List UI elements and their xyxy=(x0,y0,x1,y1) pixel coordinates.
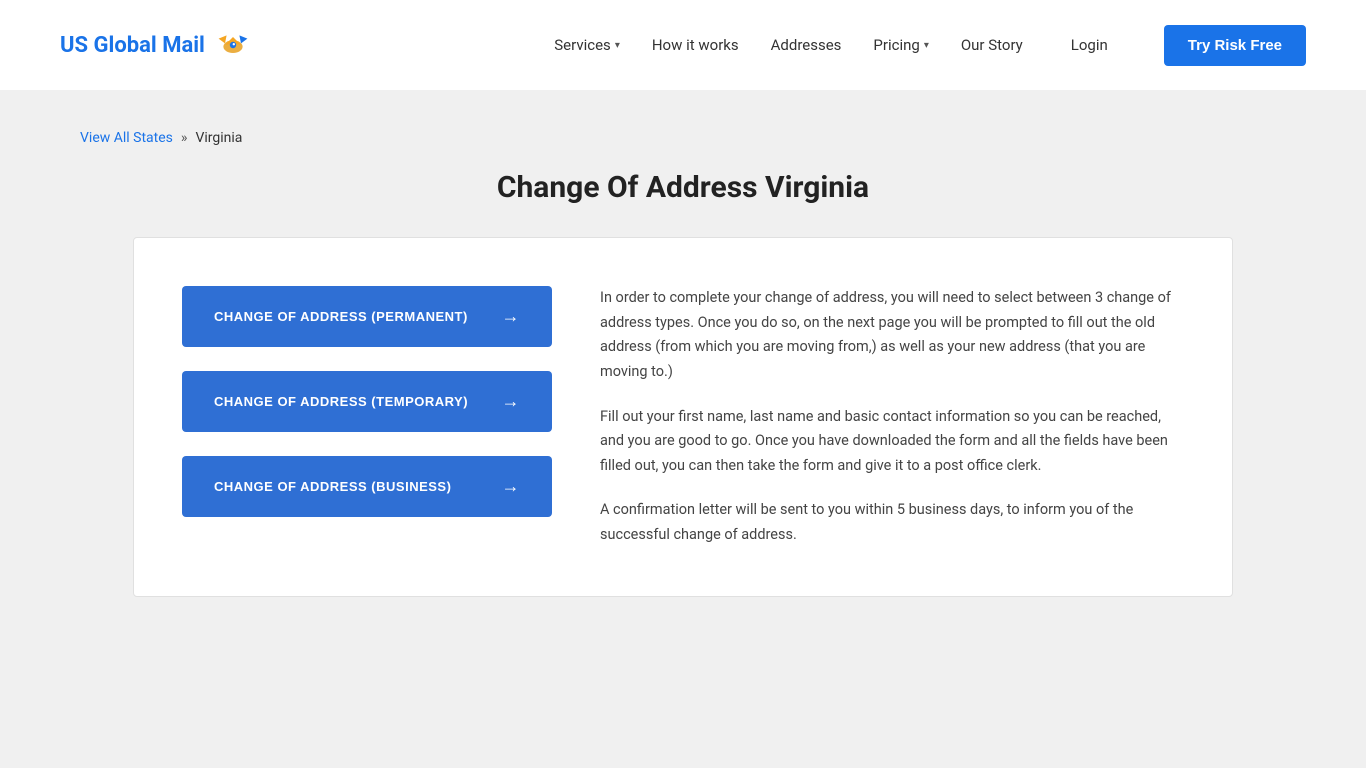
try-risk-free-button[interactable]: Try Risk Free xyxy=(1164,25,1306,66)
services-chevron-icon: ▾ xyxy=(615,40,620,51)
permanent-arrow-icon: → xyxy=(502,306,521,327)
logo-bird-icon xyxy=(213,25,253,65)
content-paragraph-3: A confirmation letter will be sent to yo… xyxy=(600,498,1184,547)
address-type-buttons: CHANGE OF ADDRESS (PERMANENT) → CHANGE O… xyxy=(182,286,552,548)
nav-login[interactable]: Login xyxy=(1071,36,1108,54)
nav-how-it-works[interactable]: How it works xyxy=(652,36,739,54)
business-arrow-icon: → xyxy=(502,476,521,497)
change-address-temporary-button[interactable]: CHANGE OF ADDRESS (TEMPORARY) → xyxy=(182,371,552,432)
nav-services[interactable]: Services ▾ xyxy=(554,36,620,54)
content-paragraph-1: In order to complete your change of addr… xyxy=(600,286,1184,385)
logo-text: US Global Mail xyxy=(60,33,205,58)
pricing-chevron-icon: ▾ xyxy=(924,40,929,51)
page-title: Change Of Address Virginia xyxy=(80,170,1286,205)
breadcrumb: View All States » Virginia xyxy=(80,130,1286,146)
content-paragraph-2: Fill out your first name, last name and … xyxy=(600,405,1184,479)
breadcrumb-link[interactable]: View All States xyxy=(80,130,173,146)
temporary-arrow-icon: → xyxy=(502,391,521,412)
main-nav: Services ▾ How it works Addresses Pricin… xyxy=(554,25,1306,66)
site-logo[interactable]: US Global Mail xyxy=(60,25,253,65)
change-address-permanent-button[interactable]: CHANGE OF ADDRESS (PERMANENT) → xyxy=(182,286,552,347)
breadcrumb-current: Virginia xyxy=(195,130,242,146)
breadcrumb-separator: » xyxy=(181,130,188,146)
content-text: In order to complete your change of addr… xyxy=(600,286,1184,548)
nav-our-story[interactable]: Our Story xyxy=(961,36,1023,54)
nav-addresses[interactable]: Addresses xyxy=(771,36,842,54)
nav-pricing[interactable]: Pricing ▾ xyxy=(873,36,928,54)
content-card: CHANGE OF ADDRESS (PERMANENT) → CHANGE O… xyxy=(133,237,1233,597)
change-address-business-button[interactable]: CHANGE OF ADDRESS (BUSINESS) → xyxy=(182,456,552,517)
